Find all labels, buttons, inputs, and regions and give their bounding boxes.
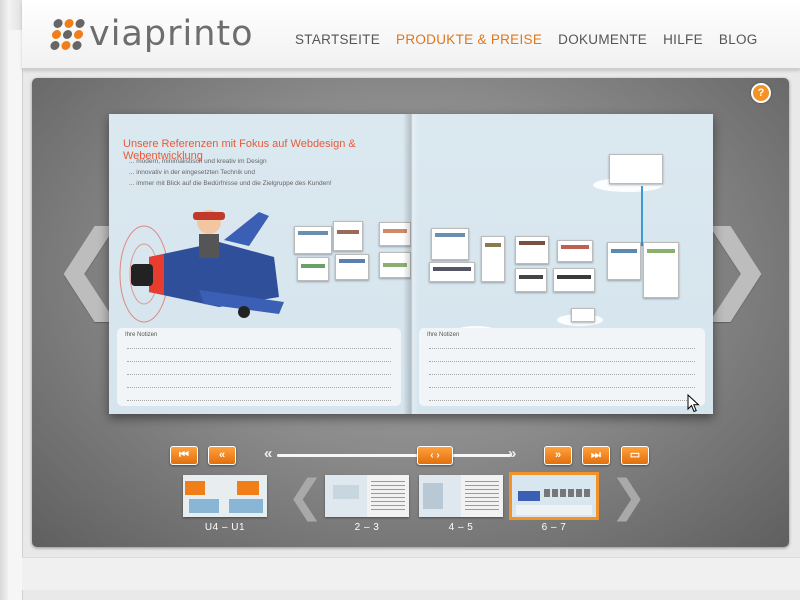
fullscreen-button[interactable]: ▭	[621, 446, 649, 465]
reference-image	[609, 154, 663, 184]
nav-blog[interactable]: BLOG	[719, 32, 758, 47]
reference-image	[429, 262, 475, 282]
page-bullet: ... modern, minimalistisch und kreativ i…	[129, 158, 267, 165]
logo-text: viaprinto	[89, 14, 254, 54]
slider-start-icon[interactable]: «	[264, 445, 272, 462]
page-bullet: ... immer mit Blick auf die Bedürfnisse …	[129, 180, 332, 187]
nav-startseite[interactable]: STARTSEITE	[295, 32, 380, 47]
reference-image	[515, 268, 547, 292]
notes-box-left: Ihre Notizen	[117, 328, 401, 406]
mouse-cursor-icon	[687, 394, 700, 413]
help-icon[interactable]: ?	[751, 83, 771, 103]
page-thumbnails: U4 – U1 ❮ 2 – 3 4 – 5 6 – 7 ❯	[32, 471, 789, 537]
page-right: Ihre Notizen	[411, 114, 713, 414]
thumbnail-label: U4 – U1	[204, 522, 246, 533]
nav-hilfe[interactable]: HILFE	[663, 32, 703, 47]
thumbnail-label: 2 – 3	[354, 522, 380, 533]
book-spine	[403, 114, 419, 414]
last-page-button[interactable]: ⏭	[582, 446, 610, 465]
notes-box-right: Ihre Notizen	[419, 328, 705, 406]
reference-image	[607, 242, 641, 280]
reference-image	[553, 268, 595, 292]
thumbnail-label: 6 – 7	[541, 522, 567, 533]
thumbnail-6-7[interactable]	[509, 472, 599, 520]
notes-label: Ihre Notizen	[125, 332, 158, 338]
previous-page-button[interactable]: «	[208, 446, 236, 465]
reference-image	[431, 228, 469, 260]
reference-image	[297, 257, 329, 281]
thumbnail-u4-u1[interactable]	[183, 475, 267, 517]
logo-mark-icon	[49, 18, 86, 50]
page-slider-thumb[interactable]: ‹ ›	[417, 446, 453, 465]
reference-image	[335, 254, 369, 280]
flipbook-viewer: ? ❮ ❯ Unsere Referenzen mit Fokus auf We…	[32, 78, 789, 547]
next-page-button[interactable]: »	[544, 446, 572, 465]
notes-label: Ihre Notizen	[427, 332, 460, 338]
slider-end-icon[interactable]: »	[508, 445, 516, 462]
first-page-button[interactable]: ⏮	[170, 446, 198, 465]
thumbnail-2-3[interactable]	[325, 475, 409, 517]
reference-image	[333, 221, 363, 251]
page-bullet: ... innovativ in der eingesetzten Techni…	[129, 169, 255, 176]
nav-produkte-preise[interactable]: PRODUKTE & PREISE	[396, 32, 542, 47]
navigation-controls: ⏮ « « » ‹ › » ⏭ ▭	[32, 444, 789, 470]
main-nav: STARTSEITE PRODUKTE & PREISE DOKUMENTE H…	[295, 32, 758, 47]
page-slider-track[interactable]	[277, 454, 512, 457]
page-left: Unsere Referenzen mit Fokus auf Webdesig…	[109, 114, 411, 414]
connector-line	[641, 186, 643, 246]
reference-image	[481, 236, 505, 282]
nav-dokumente[interactable]: DOKUMENTE	[558, 32, 647, 47]
book-spread[interactable]: Unsere Referenzen mit Fokus auf Webdesig…	[109, 114, 713, 414]
airplane-illustration	[119, 210, 284, 323]
reference-image	[571, 308, 595, 322]
thumbnails-next-arrow-icon[interactable]: ❯	[610, 471, 647, 522]
reference-image	[643, 242, 679, 298]
site-header: viaprinto STARTSEITE PRODUKTE & PREISE D…	[22, 0, 800, 69]
reference-image	[515, 236, 549, 264]
reference-image	[294, 226, 332, 254]
thumbnails-prev-arrow-icon[interactable]: ❮	[287, 471, 324, 522]
reference-image	[557, 240, 593, 262]
thumbnail-label: 4 – 5	[448, 522, 474, 533]
viaprinto-logo[interactable]: viaprinto	[49, 14, 254, 54]
page-edge-inner	[8, 30, 23, 600]
page-footer	[22, 557, 800, 590]
thumbnail-4-5[interactable]	[419, 475, 503, 517]
